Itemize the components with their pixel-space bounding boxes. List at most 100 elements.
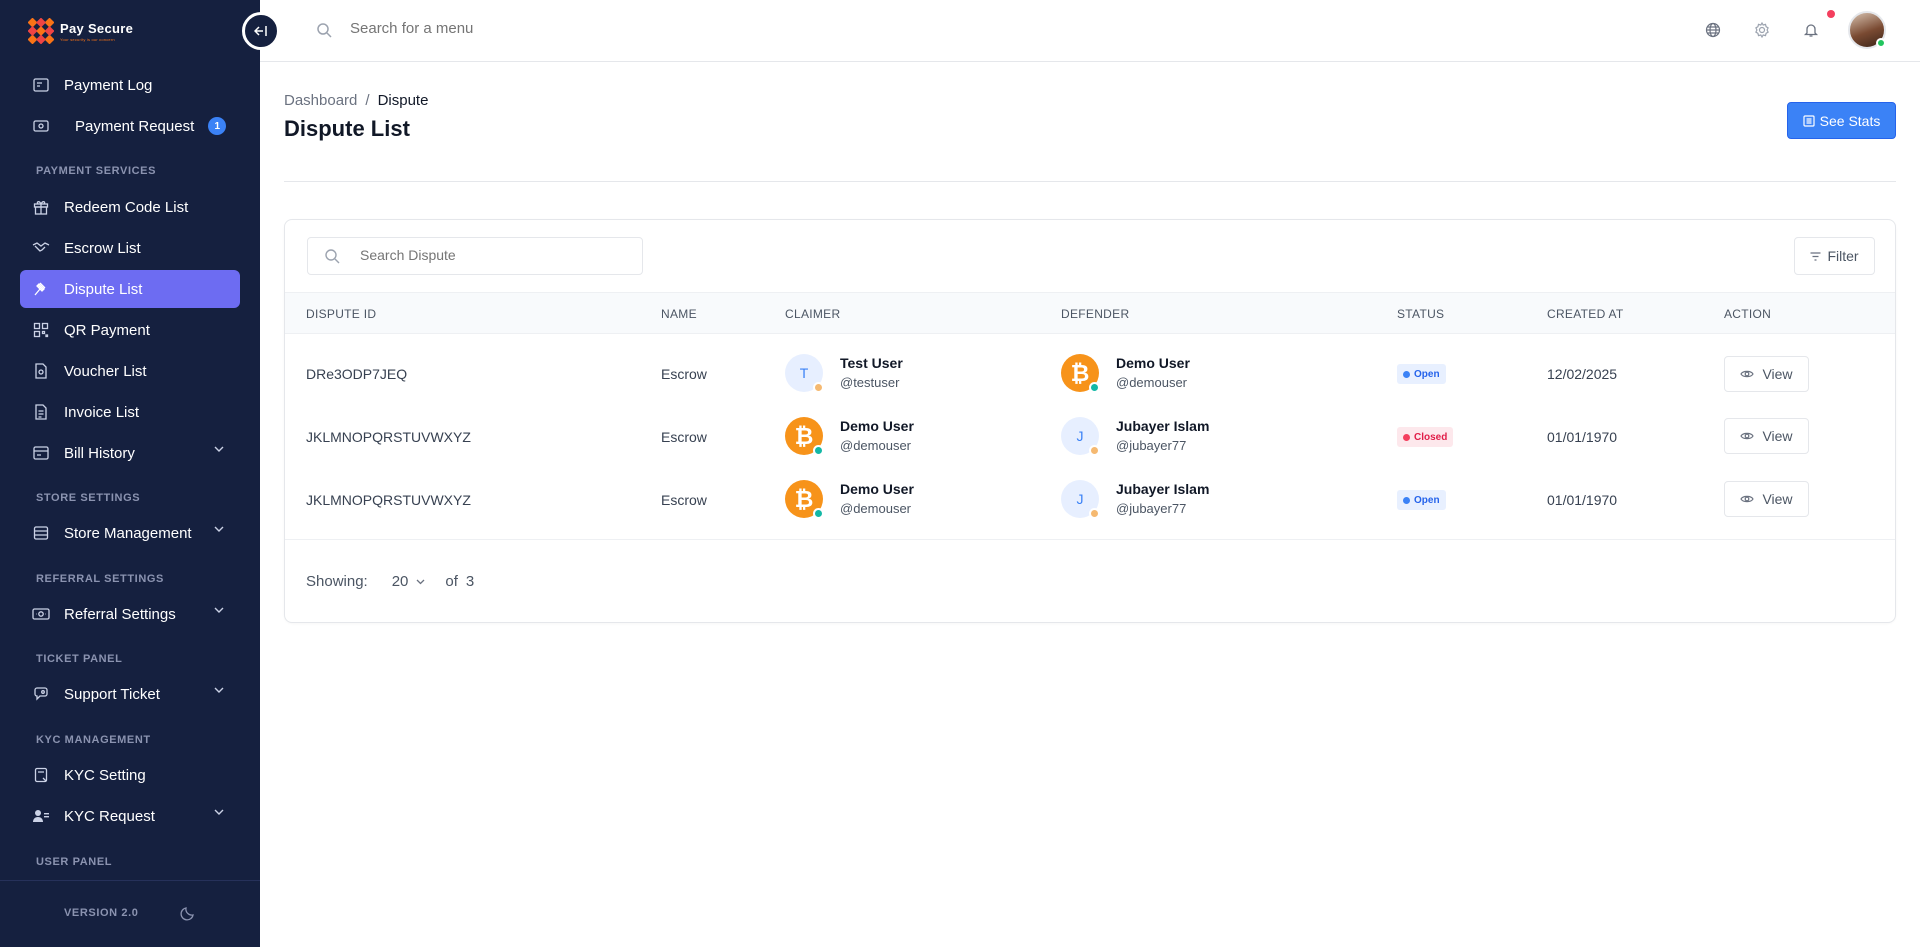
dispute-id[interactable]: JKLMNOPQRSTUVWXYZ <box>306 429 471 445</box>
store-icon <box>32 524 50 542</box>
dispute-search-input[interactable] <box>360 247 620 263</box>
sidebar-item-support-ticket[interactable]: Support Ticket <box>20 675 240 713</box>
column-header: DISPUTE ID <box>306 307 377 321</box>
sidebar-item-payment-request[interactable]: Payment Request 1 <box>20 107 240 145</box>
per-page-select[interactable]: 20 <box>392 573 426 590</box>
gift-icon <box>32 198 50 216</box>
per-page-value: 20 <box>391 573 409 590</box>
breadcrumb-separator: / <box>365 92 370 109</box>
support-icon <box>32 685 50 703</box>
status-badge: Closed <box>1397 427 1454 447</box>
brand-name: Pay Secure <box>60 20 134 36</box>
claimer-handle: @testuser <box>840 375 900 390</box>
chevron-down-icon <box>416 579 425 584</box>
defender-avatar: ₿ <box>1061 354 1100 393</box>
version-label: VERSION 2.0 <box>64 907 139 919</box>
sidebar-item-label: Escrow List <box>64 239 141 257</box>
sidebar-item-label: Redeem Code List <box>64 198 189 216</box>
status-dot <box>1089 445 1100 456</box>
breadcrumb-current: Dispute <box>377 92 429 109</box>
sidebar-item-label: Payment Log <box>64 76 153 94</box>
gavel-icon <box>32 280 50 298</box>
sidebar-item-escrow-list[interactable]: Escrow List <box>20 229 240 267</box>
menu-search-input[interactable] <box>350 20 650 37</box>
sidebar-item-label: Invoice List <box>64 403 140 421</box>
see-stats-label: See Stats <box>1819 112 1881 129</box>
page-title: Dispute List <box>284 116 410 141</box>
section-user-panel: USER PANEL <box>36 856 113 868</box>
sidebar-item-label: Bill History <box>64 444 135 462</box>
showing-label: Showing: <box>306 573 368 590</box>
created-at: 01/01/1970 <box>1547 429 1618 445</box>
status-badge: Open <box>1397 490 1446 510</box>
status-dot <box>1089 508 1100 519</box>
sidebar-item-dispute-list[interactable]: Dispute List <box>20 270 240 308</box>
status-dot <box>1089 382 1100 393</box>
bill-icon <box>32 444 50 462</box>
status-dot <box>1403 496 1410 504</box>
payment-log-icon <box>32 76 50 94</box>
online-indicator <box>1876 38 1886 48</box>
status-label: Open <box>1414 368 1440 380</box>
filter-button[interactable]: Filter <box>1794 237 1875 275</box>
brand-logo[interactable]: Pay Secure Your security is our concern <box>28 18 133 44</box>
column-header: NAME <box>661 307 697 321</box>
avatar-initial: J <box>1076 491 1084 507</box>
column-header: STATUS <box>1397 307 1445 321</box>
dispute-id[interactable]: DRe3ODP7JEQ <box>306 366 407 382</box>
eye-icon <box>1740 432 1755 440</box>
invoice-icon <box>32 403 50 421</box>
bell-icon[interactable] <box>1803 22 1819 38</box>
claimer-name: Demo User <box>840 418 914 434</box>
sidebar-item-label: Dispute List <box>64 280 143 298</box>
dispute-name: Escrow <box>661 429 707 445</box>
column-header: CREATED AT <box>1547 307 1624 321</box>
handshake-icon <box>32 239 50 257</box>
moon-icon[interactable] <box>180 905 196 921</box>
sidebar-item-payment-log[interactable]: Payment Log <box>20 66 240 104</box>
section-referral-settings: REFERRAL SETTINGS <box>36 573 164 585</box>
status-dot <box>1403 433 1410 441</box>
view-button[interactable]: View <box>1724 356 1809 392</box>
sidebar-item-kyc-request[interactable]: KYC Request <box>20 797 240 835</box>
sidebar-item-label: KYC Request <box>64 807 155 825</box>
notification-dot <box>1827 10 1835 18</box>
column-header: DEFENDER <box>1061 307 1130 321</box>
sidebar-item-voucher-list[interactable]: Voucher List <box>20 352 240 390</box>
sidebar-item-redeem-code-list[interactable]: Redeem Code List <box>20 188 240 226</box>
dispute-search-box[interactable] <box>307 237 643 275</box>
view-button[interactable]: View <box>1724 481 1809 517</box>
sidebar-collapse-button[interactable] <box>242 12 280 50</box>
globe-icon[interactable] <box>1705 22 1721 38</box>
section-kyc-management: KYC MANAGEMENT <box>36 734 151 746</box>
section-payment-services: PAYMENT SERVICES <box>36 165 157 177</box>
dispute-id[interactable]: JKLMNOPQRSTUVWXYZ <box>306 492 471 508</box>
sidebar-item-qr-payment[interactable]: QR Payment <box>20 311 240 349</box>
created-at: 01/01/1970 <box>1547 492 1618 508</box>
sidebar-item-invoice-list[interactable]: Invoice List <box>20 393 240 431</box>
sidebar-item-kyc-setting[interactable]: KYC Setting <box>20 756 240 794</box>
svg-text:₿: ₿ <box>1071 361 1090 387</box>
breadcrumb-root-link[interactable]: Dashboard <box>284 92 357 109</box>
collapse-arrow-icon <box>254 26 267 36</box>
qr-icon <box>32 321 50 339</box>
gear-icon[interactable] <box>1754 22 1770 38</box>
defender-handle: @jubayer77 <box>1116 501 1187 516</box>
view-label: View <box>1762 491 1793 507</box>
sidebar-item-store-management[interactable]: Store Management <box>20 514 240 552</box>
sidebar-item-referral-settings[interactable]: Referral Settings <box>20 595 240 633</box>
see-stats-button[interactable]: See Stats <box>1787 102 1896 139</box>
status-dot <box>813 508 824 519</box>
view-button[interactable]: View <box>1724 418 1809 454</box>
stats-icon <box>1803 114 1815 127</box>
filter-icon <box>1810 251 1821 261</box>
claimer-handle: @demouser <box>840 438 912 453</box>
dispute-table-card: Filter DISPUTE ID NAME CLAIMER DEFENDER … <box>284 219 1896 623</box>
kyc-request-icon <box>32 807 50 825</box>
defender-handle: @demouser <box>1116 375 1188 390</box>
status-label: Open <box>1414 494 1440 506</box>
defender-handle: @jubayer77 <box>1116 438 1187 453</box>
column-header: ACTION <box>1724 307 1772 321</box>
chevron-down-icon <box>214 687 224 693</box>
sidebar-item-bill-history[interactable]: Bill History <box>20 434 240 472</box>
